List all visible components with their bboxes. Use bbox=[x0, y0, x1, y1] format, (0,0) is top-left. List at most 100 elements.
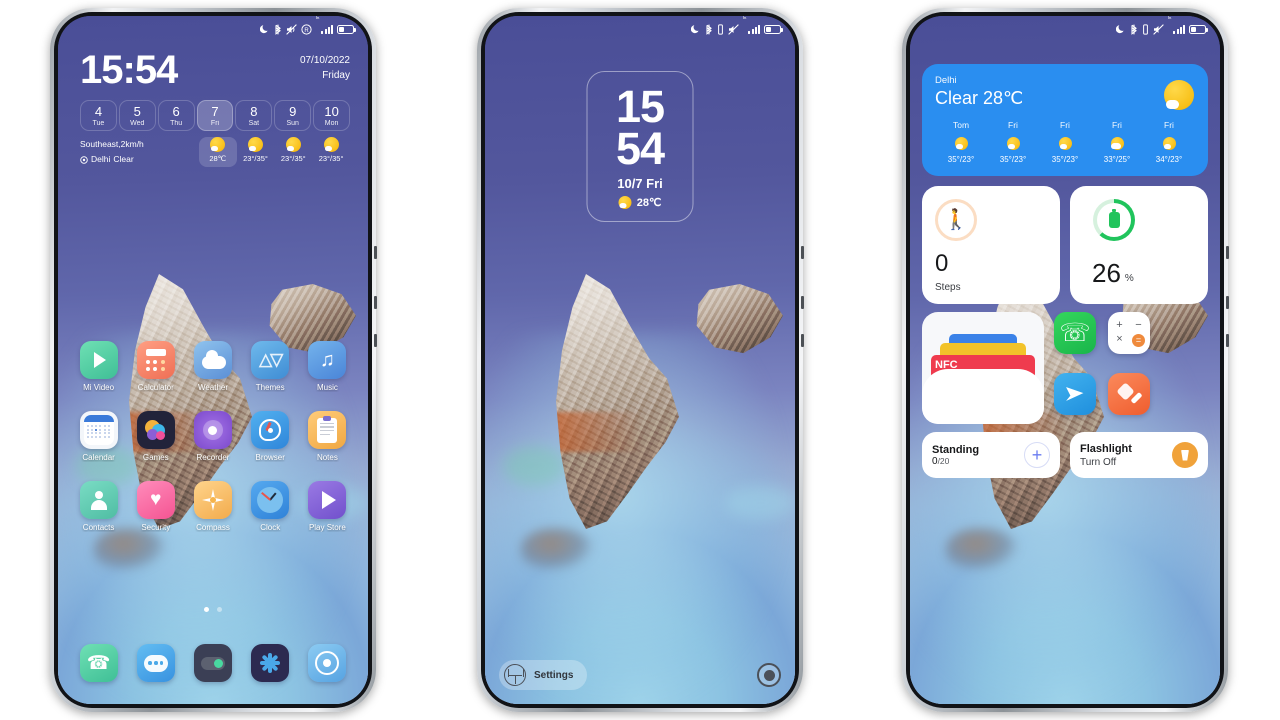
steps-widget-card[interactable]: 🚶 0 Steps bbox=[922, 186, 1060, 304]
clock-face bbox=[257, 487, 284, 513]
phone3-volume-up-button[interactable] bbox=[1226, 296, 1229, 309]
signal-icon bbox=[748, 24, 760, 34]
page-indicator[interactable] bbox=[58, 607, 368, 612]
recorder-icon bbox=[193, 411, 232, 449]
day-strip[interactable]: 4 Tue 5 Wed 6 Thu 7 Fri 8 Sat 9 Sun 10 M… bbox=[80, 100, 351, 132]
phone1-volume-up-button[interactable] bbox=[374, 296, 377, 309]
day-number: 10 bbox=[324, 104, 339, 119]
settings-label: Settings bbox=[534, 669, 574, 681]
sun-icon bbox=[1164, 80, 1194, 110]
wind-text: Southeast,2km/h bbox=[80, 139, 144, 150]
phone2-volume-down-button[interactable] bbox=[801, 334, 804, 347]
app-clock[interactable]: Clock bbox=[242, 481, 299, 532]
app-contacts[interactable]: Contacts bbox=[70, 481, 127, 532]
whatsapp-icon[interactable]: ☏ bbox=[1054, 312, 1096, 354]
network-type-label: E bbox=[316, 16, 320, 21]
nfc-wallet-card[interactable]: NFC bbox=[922, 312, 1044, 424]
app-recorder[interactable]: Recorder bbox=[184, 411, 241, 462]
app-weather[interactable]: Weather bbox=[184, 341, 241, 392]
switch-glyph bbox=[200, 656, 225, 670]
calculator-keys: + − × = bbox=[1113, 319, 1145, 347]
page-dot[interactable] bbox=[217, 607, 222, 612]
brush-icon[interactable] bbox=[1108, 373, 1150, 415]
standing-progress: 0/20 bbox=[932, 456, 979, 467]
calc-key-equals: = bbox=[1132, 333, 1145, 347]
day-chip[interactable]: 9 Sun bbox=[274, 100, 312, 132]
app-calculator[interactable]: Calculator bbox=[127, 341, 184, 392]
forecast-day-temps: 33°/25° bbox=[1103, 155, 1131, 164]
flower-icon bbox=[251, 644, 290, 682]
forecast-temp: 23°/35° bbox=[280, 154, 306, 164]
app-mi-video[interactable]: Mi Video bbox=[70, 341, 127, 392]
torch-icon[interactable] bbox=[1172, 442, 1198, 468]
dock-camera-app[interactable] bbox=[299, 644, 356, 682]
day-chip[interactable]: 5 Wed bbox=[118, 100, 156, 132]
weather-widget-card[interactable]: Delhi Clear 28℃ Tom 35°/23° Fri 35°/23° bbox=[922, 64, 1208, 176]
battery-widget-card[interactable]: 26 % bbox=[1070, 186, 1208, 304]
phone1-clock-weather-widget[interactable]: 15:54 07/10/2022 Friday 4 Tue 5 Wed 6 Th… bbox=[80, 50, 351, 168]
app-label: Browser bbox=[255, 453, 285, 462]
mute-icon bbox=[286, 23, 297, 35]
sun-icon bbox=[285, 137, 301, 153]
phone3-volume-down-button[interactable] bbox=[1226, 334, 1229, 347]
app-games[interactable]: Games bbox=[127, 411, 184, 462]
day-chip[interactable]: 6 Thu bbox=[157, 100, 195, 132]
app-play-store[interactable]: Play Store bbox=[299, 481, 356, 532]
dock-messages-app[interactable] bbox=[127, 644, 184, 682]
network-type-label: E bbox=[1168, 16, 1172, 21]
day-name: Thu bbox=[170, 120, 183, 128]
phone2-volume-up-button[interactable] bbox=[801, 296, 804, 309]
dock-phone-app[interactable]: ☎ bbox=[70, 644, 127, 682]
app-security[interactable]: ♥ Security bbox=[127, 481, 184, 532]
phone3-widget-page: Delhi Clear 28℃ Tom 35°/23° Fri 35°/23° bbox=[922, 64, 1208, 478]
app-compass[interactable]: Compass bbox=[184, 481, 241, 532]
phone1-volume-down-button[interactable] bbox=[374, 334, 377, 347]
notes-icon bbox=[308, 411, 347, 449]
app-music[interactable]: ♫ Music bbox=[299, 341, 356, 392]
handset-glyph: ☎ bbox=[86, 652, 111, 674]
wind-location-block: Southeast,2km/h Delhi Clear bbox=[80, 137, 199, 167]
battery-unit: % bbox=[1124, 273, 1134, 284]
page-dot-active[interactable] bbox=[204, 607, 209, 612]
paper-plane-glyph bbox=[1066, 387, 1086, 401]
day-chip-selected[interactable]: 7 Fri bbox=[196, 100, 234, 132]
plus-icon[interactable]: + bbox=[1024, 442, 1050, 468]
phone1-status-bar: R E bbox=[58, 16, 368, 42]
calculator-icon[interactable]: + − × = bbox=[1108, 312, 1150, 354]
camera-shutter-icon[interactable] bbox=[757, 663, 781, 687]
app-label: Clock bbox=[260, 523, 281, 532]
settings-shortcut-button[interactable]: Settings bbox=[499, 660, 588, 690]
clock-weekday: Friday bbox=[322, 70, 350, 81]
music-note-icon: ♫ bbox=[308, 341, 347, 379]
standing-text-block: Standing 0/20 bbox=[932, 444, 979, 467]
vibrate-icon bbox=[718, 23, 723, 35]
day-chip[interactable]: 8 Sat bbox=[235, 100, 273, 132]
telegram-icon[interactable] bbox=[1054, 373, 1096, 415]
day-chip[interactable]: 10 Mon bbox=[313, 100, 351, 132]
contacts-icon bbox=[79, 481, 118, 519]
phone2-clock-widget[interactable]: 15 54 10/7 Fri 28℃ bbox=[586, 71, 694, 222]
dock-settings-app[interactable] bbox=[184, 644, 241, 682]
music-glyph: ♫ bbox=[319, 348, 335, 371]
phone1-power-button[interactable] bbox=[374, 246, 377, 259]
clock-header: 15:54 07/10/2022 Friday bbox=[80, 50, 350, 90]
day-chip[interactable]: 4 Tue bbox=[80, 100, 117, 132]
flower-glyph bbox=[259, 652, 281, 674]
mute-icon bbox=[728, 23, 739, 35]
dock-gallery-app[interactable] bbox=[242, 644, 299, 682]
signal-icon bbox=[321, 24, 333, 34]
phone3-power-button[interactable] bbox=[1226, 246, 1229, 259]
heart-shield-icon: ♥ bbox=[136, 481, 175, 519]
day-name: Wed bbox=[130, 120, 145, 128]
app-notes[interactable]: Notes bbox=[299, 411, 356, 462]
app-themes[interactable]: △▽ Themes bbox=[242, 341, 299, 392]
app-label: Security bbox=[141, 523, 171, 532]
phone2-power-button[interactable] bbox=[801, 246, 804, 259]
battery-icon bbox=[337, 24, 356, 34]
standing-widget-card[interactable]: Standing 0/20 + bbox=[922, 432, 1060, 478]
app-browser[interactable]: Browser bbox=[242, 411, 299, 462]
app-label: Contacts bbox=[82, 523, 115, 532]
flashlight-widget-card[interactable]: Flashlight Turn Off bbox=[1070, 432, 1208, 478]
app-calendar[interactable]: Calendar bbox=[70, 411, 127, 462]
toggle-icon bbox=[193, 644, 232, 682]
